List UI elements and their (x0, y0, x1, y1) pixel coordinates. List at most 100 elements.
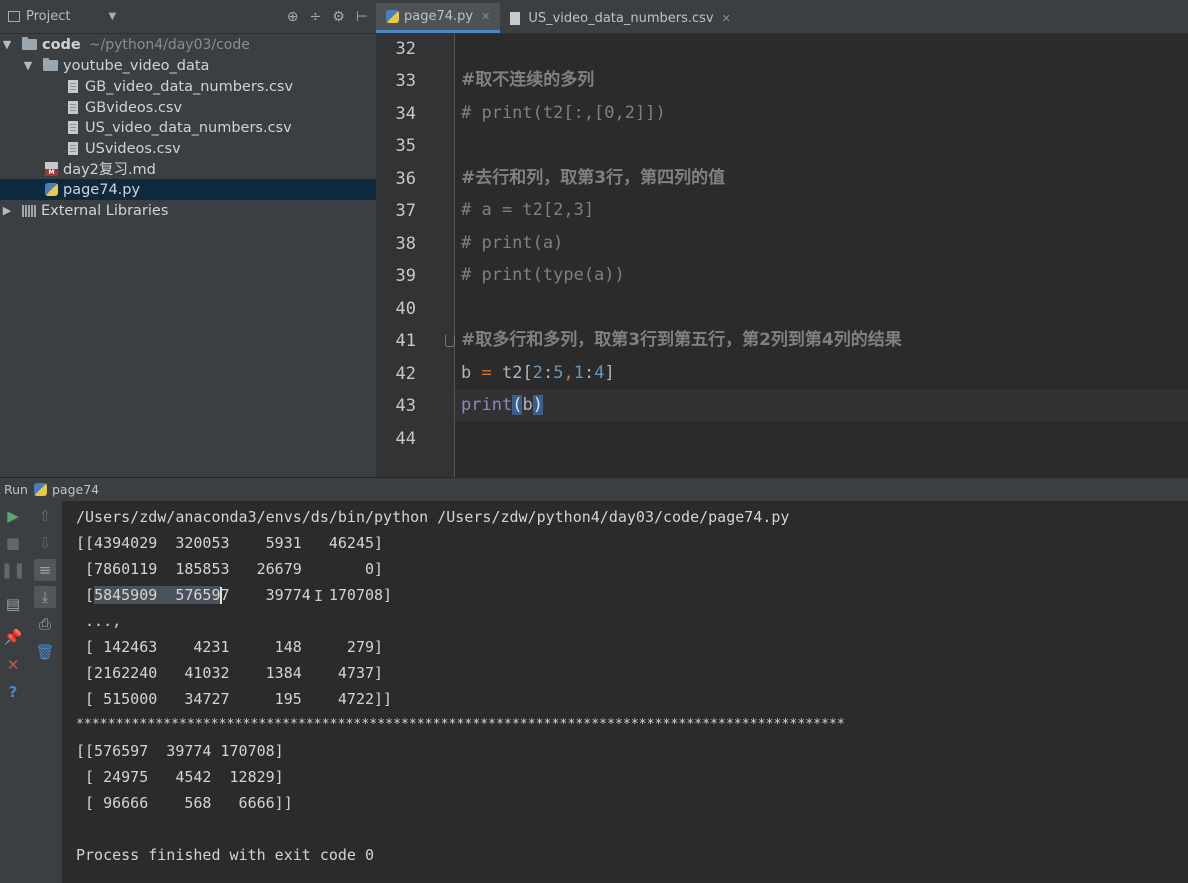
tree-item-external-libraries[interactable]: ▶ External Libraries (0, 200, 376, 221)
help-icon[interactable]: ? (2, 681, 24, 703)
line-number: 41 (395, 331, 416, 351)
scroll-up-arrow-icon[interactable]: ⇧ (34, 505, 56, 527)
line-number: 40 (395, 299, 416, 319)
line-number-gutter: 32 33 34 35 36 37 38 39 40 41 42 43 44 (376, 34, 455, 477)
line-number: 32 (395, 39, 416, 59)
tree-item-label: page74.py (63, 181, 141, 198)
console-line: ..., (76, 612, 122, 630)
close-icon[interactable]: ✕ (2, 654, 24, 676)
close-tab-icon[interactable]: ✕ (722, 12, 731, 25)
tree-item-gbvideos[interactable]: GBvideos.csv (0, 97, 376, 118)
console-line: [[4394029 320053 5931 46245] (76, 534, 384, 552)
code-line-43-current[interactable]: print(b) (455, 389, 1188, 421)
run-toolbar: ▶ ⇧ ■ ⇩ ❚❚ ≡ ▤ ⤓ ⎙ 📌 🗑 ✕ ? (0, 501, 62, 883)
scroll-down-arrow-icon[interactable]: ⇩ (34, 532, 56, 554)
code-line-41[interactable]: #取多行和多列，取第3行到第五行，第2列到第4列的结果 (455, 324, 1188, 356)
run-config-label: page74 (51, 482, 100, 497)
console-line: [7860119 185853 26679 0] (76, 560, 384, 578)
expand-arrow-icon[interactable]: ▼ (1, 38, 13, 51)
scroll-to-end-icon[interactable]: ⤓ (34, 586, 56, 608)
tree-item-path-hint: ~/python4/day03/code (88, 36, 250, 53)
markdown-file-icon (45, 161, 58, 176)
tree-item-label: USvideos.csv (85, 140, 181, 157)
tab-page74-py[interactable]: page74.py ✕ (376, 3, 501, 33)
tree-item-label: code (42, 36, 81, 53)
project-view-label[interactable]: Project (26, 9, 70, 24)
text-file-icon (68, 121, 78, 134)
tab-us-video-data-numbers-csv[interactable]: US_video_data_numbers.csv ✕ (500, 3, 741, 33)
tab-label: page74.py (404, 9, 474, 24)
soft-wrap-icon[interactable]: ≡ (34, 559, 56, 581)
code-line-37[interactable]: # a = t2[2,3] (455, 194, 1188, 226)
code-line-33[interactable]: #取不连续的多列 (455, 64, 1188, 96)
locate-icon[interactable]: ⊕ (287, 9, 299, 25)
tree-item-label: GBvideos.csv (85, 99, 183, 116)
line-number: 33 (395, 71, 416, 91)
python-file-icon (45, 183, 58, 196)
text-selection: 5845909 57659 (94, 586, 221, 604)
project-view-header[interactable]: Project ▼ ⊕ ÷ ⚙ ⊢ (0, 0, 376, 34)
text-file-icon (68, 101, 78, 114)
text-file-icon (68, 142, 78, 155)
run-tool-window-header: Run page74 (0, 477, 1188, 501)
fold-marker-icon[interactable] (445, 335, 455, 347)
trash-icon[interactable]: 🗑 (34, 641, 56, 663)
settings-gear-icon[interactable]: ⚙ (332, 9, 345, 25)
expand-arrow-icon[interactable]: ▼ (22, 59, 34, 72)
csv-file-icon (510, 11, 521, 25)
layout-icon[interactable]: ▤ (2, 593, 24, 615)
run-config-tab[interactable]: page74 (33, 482, 100, 497)
stop-icon[interactable]: ■ (2, 532, 24, 554)
line-number: 38 (395, 234, 416, 254)
code-editor[interactable]: #取不连续的多列 # print(t2[:,[0,2]]) #去行和列，取第3行… (455, 34, 1188, 477)
tab-label: US_video_data_numbers.csv (528, 10, 714, 26)
code-line-38[interactable]: # print(a) (455, 227, 1188, 259)
folder-icon (43, 58, 58, 71)
console-line: [2162240 41032 1384 4737] (76, 664, 384, 682)
line-number: 39 (395, 266, 416, 286)
python-file-icon (386, 10, 399, 23)
code-line-36[interactable]: #去行和列，取第3行，第四列的值 (455, 162, 1188, 194)
console-line: [ 142463 4231 148 279] (76, 638, 384, 656)
chevron-down-icon[interactable]: ▼ (108, 11, 116, 22)
tree-item-usvideos[interactable]: USvideos.csv (0, 138, 376, 159)
tree-item-page74-py[interactable]: page74.py (0, 179, 376, 200)
line-number: 42 (395, 364, 416, 384)
console-line: [ 24975 4542 12829] (76, 768, 284, 786)
run-panel-label: Run (4, 482, 28, 497)
line-number: 44 (395, 429, 416, 449)
hide-panel-icon[interactable]: ⊢ (356, 9, 368, 25)
close-tab-icon[interactable]: ✕ (481, 10, 490, 23)
pin-icon[interactable]: 📌 (2, 626, 24, 648)
run-console-output[interactable]: /Users/zdw/anaconda3/envs/ds/bin/python … (62, 501, 1188, 883)
tree-item-label: US_video_data_numbers.csv (85, 119, 292, 136)
console-line: /Users/zdw/anaconda3/envs/ds/bin/python … (76, 508, 790, 526)
tree-item-label: External Libraries (41, 202, 169, 219)
mouse-ibeam-cursor-icon: I (314, 587, 324, 605)
rerun-play-icon[interactable]: ▶ (2, 505, 24, 527)
console-exit-message: Process finished with exit code 0 (76, 846, 375, 864)
python-file-icon (33, 483, 47, 496)
code-line-42[interactable]: b = t2[2:5,1:4] (455, 357, 1188, 389)
tree-item-label: day2复习.md (63, 162, 156, 178)
collapsed-arrow-icon[interactable]: ▶ (1, 204, 13, 217)
console-line-selected: [5845909 576597 39774 170708] (76, 586, 393, 604)
text-file-icon (68, 80, 78, 93)
print-icon[interactable]: ⎙ (34, 613, 56, 635)
console-line: [ 515000 34727 195 4722]] (76, 690, 393, 708)
tree-item-gb-video-data-numbers[interactable]: GB_video_data_numbers.csv (0, 76, 376, 97)
tree-item-label: GB_video_data_numbers.csv (85, 78, 294, 95)
project-view-icon (8, 11, 20, 22)
tree-item-us-video-data-numbers[interactable]: US_video_data_numbers.csv (0, 117, 376, 138)
code-line-39[interactable]: # print(type(a)) (455, 259, 1188, 291)
console-separator: ****************************************… (76, 717, 845, 732)
pause-icon[interactable]: ❚❚ (0, 559, 25, 581)
code-line-34[interactable]: # print(t2[:,[0,2]]) (455, 97, 1188, 129)
tree-item-day2-md[interactable]: day2复习.md (0, 158, 376, 179)
tree-item-youtube-video-data[interactable]: ▼ youtube_video_data (0, 55, 376, 76)
collapse-all-icon[interactable]: ÷ (310, 9, 322, 25)
line-number: 43 (395, 396, 416, 416)
line-number: 37 (395, 201, 416, 221)
line-number: 34 (395, 104, 416, 124)
tree-item-code-root[interactable]: ▼ code ~/python4/day03/code (0, 34, 376, 55)
